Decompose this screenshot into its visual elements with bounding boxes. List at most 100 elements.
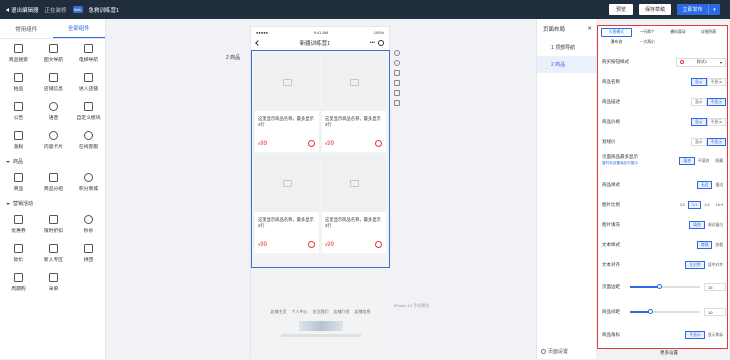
page-settings-button[interactable]: 页面设置 [541, 348, 568, 355]
purchase-button-select[interactable]: 样式1 ▾ [676, 57, 726, 67]
layer-item-goods[interactable]: 2 商品 [537, 56, 596, 73]
image-fill-option[interactable]: 填充 [689, 221, 705, 229]
delete-icon[interactable] [394, 100, 400, 106]
goods-spacing-slider[interactable] [630, 309, 700, 314]
goods-price-show[interactable]: 显示 [691, 118, 707, 126]
component-group-buy[interactable]: 拼团 [71, 239, 106, 268]
component-online-service[interactable]: 在线客服 [71, 126, 106, 155]
hide-option[interactable]: 隐藏 [712, 157, 726, 165]
component-periodic-buy[interactable]: 周期购 [1, 268, 36, 297]
layer-item-top-nav[interactable]: 1 顶部导航 [537, 39, 596, 56]
style-border[interactable]: 描边 [712, 181, 726, 189]
cart-style-icon [680, 60, 684, 64]
edit-icon[interactable] [394, 90, 400, 96]
move-down-icon[interactable] [394, 60, 400, 66]
folder-icon[interactable] [394, 80, 400, 86]
exit-editor-button[interactable]: 退出编辑器 [6, 6, 39, 14]
copy-icon[interactable] [394, 70, 400, 76]
page-margin-input[interactable]: 15 [704, 283, 726, 291]
component-store-info[interactable]: 店铺信息 [36, 68, 71, 97]
preview-button[interactable]: 预览 [609, 4, 633, 15]
tab-one-big-two-small[interactable]: 一大两小 [632, 38, 663, 47]
tab-two-per-row[interactable]: 一行两个 [632, 28, 663, 37]
slider-handle[interactable] [656, 284, 662, 289]
goods-card[interactable]: 这里显示商品名称，最多显示2行 ¥99 [322, 54, 386, 152]
component-order[interactable]: 采单 [36, 268, 71, 297]
enter-store-icon [84, 73, 93, 82]
component-elevator-nav[interactable]: 电梯导航 [71, 39, 106, 68]
component-bargain[interactable]: 砍价 [1, 239, 36, 268]
component-flash-sale[interactable]: 秒杀 [71, 210, 106, 239]
component-custom-module[interactable]: 自定义模块 [71, 97, 106, 126]
component-newcomer-zone[interactable]: 新人专区 [36, 239, 71, 268]
publish-dropdown-icon[interactable]: ▾ [708, 4, 720, 15]
footer-link[interactable]: 店铺信息 [355, 309, 371, 315]
publish-button[interactable]: 立即发布 [677, 4, 708, 15]
component-enter-store[interactable]: 进入店铺 [71, 68, 106, 97]
ratio-16-9[interactable]: 16:9 [713, 201, 726, 209]
cart-icon [375, 140, 382, 147]
component-auction[interactable]: 拍品 [1, 68, 36, 97]
goods-price-hide[interactable]: 不显示 [706, 118, 726, 126]
image-padding-option[interactable]: 周边留白 [705, 221, 726, 229]
footer-link[interactable]: 店铺主页 [271, 309, 287, 315]
tab-horizontal-scroll[interactable]: 横向滑动 [663, 28, 694, 37]
component-notice[interactable]: 公告 [1, 97, 36, 126]
corner-show[interactable]: 显示角标 [705, 331, 726, 339]
footer-link[interactable]: 关注我们 [313, 309, 329, 315]
tab-all-components[interactable]: 全部组件 [52, 19, 105, 38]
goods-desc-hide[interactable]: 不显示 [706, 98, 726, 106]
align-center[interactable]: 居中对齐 [705, 261, 726, 269]
move-up-icon[interactable] [394, 50, 400, 56]
corner-hide[interactable]: 不显示 [685, 331, 705, 339]
component-content-card[interactable]: 内容卡片 [36, 126, 71, 155]
text-bold[interactable]: 加粗 [712, 241, 726, 249]
component-image-nav[interactable]: 图文导航 [36, 39, 71, 68]
page-margin-slider[interactable] [630, 284, 700, 289]
component-coupon[interactable]: 优惠券 [1, 210, 36, 239]
no-fill-option[interactable]: 不填充 [695, 157, 712, 165]
slider-handle[interactable] [648, 309, 654, 314]
goods-name-hide[interactable]: 不显示 [706, 78, 726, 86]
goods-name-show[interactable]: 显示 [691, 78, 707, 86]
goods-card[interactable]: 这里显示商品名称，最多显示2行 ¥99 [322, 155, 386, 253]
goods-component-selected[interactable]: 这里显示商品名称，最多显示2行 ¥99 这里显示商品名称，最多显示2行 ¥99 … [251, 50, 390, 268]
component-goods[interactable]: 商品 [1, 168, 36, 197]
footer-brand-image [299, 321, 343, 331]
tab-detail-list[interactable]: 详细列表 [693, 28, 724, 37]
goods-card[interactable]: 这里显示商品名称，最多显示2行 ¥99 [255, 155, 319, 253]
component-goods-search[interactable]: 商品搜索 [1, 39, 36, 68]
phone-nav-bar[interactable]: 新疆训练营1 ••• [251, 37, 389, 49]
style-no-border[interactable]: 无边 [696, 181, 713, 189]
component-voice[interactable]: 语音 [36, 97, 71, 126]
ratio-1-1[interactable]: 1:1 [688, 201, 702, 209]
tab-large-image[interactable]: 大图模式 [601, 28, 632, 37]
section-marketing[interactable]: 营销活动 [0, 197, 105, 210]
image-icon [349, 79, 359, 86]
goods-desc-show[interactable]: 显示 [691, 98, 707, 106]
original-price-hide[interactable]: 不显示 [706, 138, 726, 146]
ratio-3-2[interactable]: 3:2 [677, 201, 688, 209]
footer-link[interactable]: 个人中心 [292, 309, 308, 315]
chevron-down-icon [6, 160, 10, 163]
section-goods[interactable]: 商品 [0, 155, 105, 168]
save-draft-button[interactable]: 保存草稿 [639, 4, 671, 15]
align-left[interactable]: 左对齐 [685, 261, 705, 269]
ratio-3-4[interactable]: 3:4 [701, 201, 712, 209]
goods-price: ¥99 [325, 141, 334, 147]
tab-waterfall[interactable]: 瀑布流 [601, 38, 632, 47]
component-points-mall[interactable]: 积分商城 [71, 168, 106, 197]
text-regular[interactable]: 常规 [696, 241, 713, 249]
fill-option[interactable]: 填充 [679, 157, 696, 165]
more-settings-link[interactable]: 更多设置 [660, 350, 678, 356]
tab-common-components[interactable]: 常用组件 [0, 19, 53, 38]
component-limited-discount[interactable]: 限时折扣 [36, 210, 71, 239]
text-style-row: 文本样式 常规 加粗 [602, 239, 726, 251]
footer-link[interactable]: 店铺介绍 [334, 309, 350, 315]
component-goods-group[interactable]: 商品分组 [36, 168, 71, 197]
close-icon[interactable]: ✕ [587, 26, 592, 32]
goods-spacing-input[interactable]: 10 [704, 308, 726, 316]
goods-card[interactable]: 这里显示商品名称，最多显示2行 ¥99 [255, 54, 319, 152]
original-price-show[interactable]: 显示 [691, 138, 707, 146]
component-follow[interactable]: 涨粉 [1, 126, 36, 155]
